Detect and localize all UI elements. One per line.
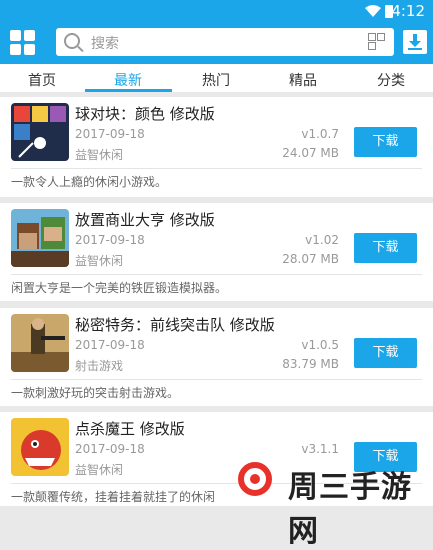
app-description: 一款令人上瘾的休闲小游戏。 [11,175,168,189]
qr-scan-icon[interactable] [368,33,386,51]
tab-bar: 首页 最新 热门 精品 分类 [0,64,433,92]
download-button[interactable]: 下载 [354,127,417,157]
app-date: 2017-09-18 [75,338,145,352]
divider [11,379,422,380]
app-category: 射击游戏 [75,359,124,373]
app-date: 2017-09-18 [75,442,145,456]
app-category: 益智休闲 [75,463,124,477]
app-category: 益智休闲 [75,254,124,268]
app-title[interactable]: 放置商业大亨 修改版 [75,209,215,230]
search-input[interactable]: 搜索 [56,28,394,56]
app-title[interactable]: 球对块：颜色 修改版 [75,103,215,124]
download-button[interactable]: 下载 [354,233,417,263]
app-size: 24.07 MB [282,146,339,160]
app-version: v3.1.1 [301,442,339,456]
app-description: 闲置大亨是一个完美的铁匠锻造模拟器。 [11,281,228,295]
app-title[interactable]: 秘密特务：前线突击队 修改版 [75,314,275,335]
app-card[interactable]: 球对块：颜色 修改版 2017-09-18 益智休闲 v1.0.7 24.07 … [0,97,433,197]
app-version: v1.0.5 [301,338,339,352]
app-card[interactable]: 放置商业大亨 修改版 2017-09-18 益智休闲 v1.02 28.07 M… [0,203,433,301]
tab-latest[interactable]: 最新 [93,70,163,90]
download-button[interactable]: 下载 [354,338,417,368]
tab-featured[interactable]: 精品 [268,70,338,90]
watermark-logo-icon [238,462,272,496]
divider [11,274,422,275]
status-time: 4:12 [391,2,425,20]
app-icon [11,103,69,161]
tab-category[interactable]: 分类 [356,70,426,90]
top-bar: 搜索 [0,22,433,64]
app-description: 一款颠覆传统，挂着挂着就挂了的休闲 [11,490,216,504]
search-icon [64,33,80,49]
app-date: 2017-09-18 [75,127,145,141]
app-version: v1.0.7 [301,127,339,141]
app-title[interactable]: 点杀魔王 修改版 [75,418,185,439]
app-version: v1.02 [305,233,339,247]
tab-hot[interactable]: 热门 [181,70,251,90]
app-card[interactable]: 秘密特务：前线突击队 修改版 2017-09-18 射击游戏 v1.0.5 83… [0,308,433,406]
app-size: 83.79 MB [282,357,339,371]
app-size: 28.07 MB [282,252,339,266]
status-bar: 4:12 [0,0,433,22]
app-category: 益智休闲 [75,148,124,162]
app-date: 2017-09-18 [75,233,145,247]
watermark-text: 周三手游网 [288,470,412,549]
download-manager-icon[interactable] [403,30,427,54]
divider [11,168,422,169]
menu-grid-icon[interactable] [10,30,36,56]
tab-indicator [85,89,172,92]
watermark: 周三手游网 [236,456,433,549]
app-description: 一款刺激好玩的突击射击游戏。 [11,386,180,400]
app-icon [11,209,69,267]
app-icon [11,314,69,372]
search-placeholder: 搜索 [91,36,119,52]
app-icon [11,418,69,476]
wifi-icon [365,3,381,21]
tab-home[interactable]: 首页 [7,70,77,90]
